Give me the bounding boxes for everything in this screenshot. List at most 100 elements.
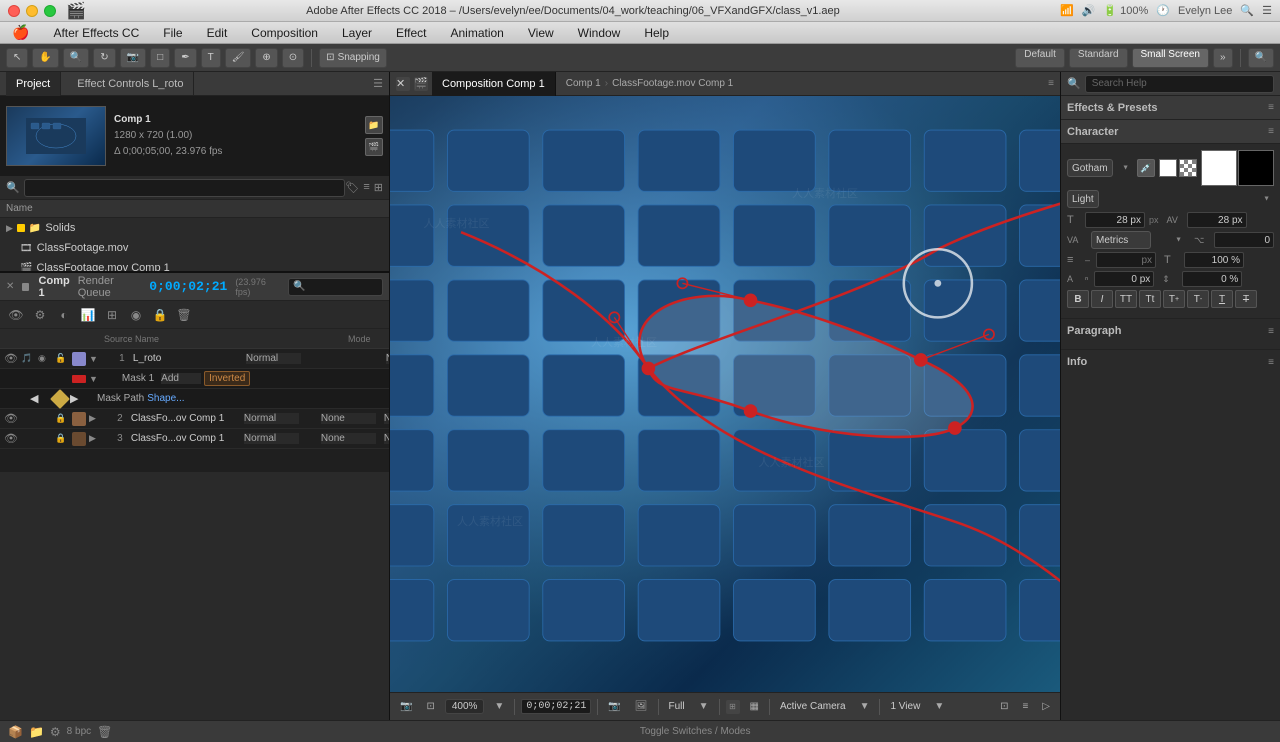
app-menu[interactable]: After Effects CC <box>49 24 143 42</box>
render-queue-btn[interactable]: Render Queue <box>78 275 134 299</box>
comp-always-preview[interactable]: 📷 <box>396 701 416 712</box>
expand-workspaces[interactable]: » <box>1213 48 1233 68</box>
window-menu[interactable]: Window <box>574 24 625 42</box>
composition-settings-icon[interactable]: ⚙ <box>50 725 61 739</box>
timeline-layer-2[interactable]: 👁 🔒 ▶ 2 ClassFo...ov Comp 1 Normal <box>0 409 389 429</box>
layer-parent-select-1[interactable]: None <box>386 353 389 364</box>
workspace-small-screen[interactable]: Small Screen <box>1132 48 1209 68</box>
view-camera-dropdown[interactable]: ▼ <box>856 701 874 712</box>
view-menu[interactable]: View <box>524 24 558 42</box>
zoom-tool[interactable]: 🔍 <box>63 48 89 68</box>
workspace-standard[interactable]: Standard <box>1069 48 1128 68</box>
fill-black-swatch[interactable] <box>1238 150 1274 186</box>
help-menu[interactable]: Help <box>640 24 673 42</box>
layer-expand-1[interactable]: ▼ <box>89 354 98 364</box>
maximize-button[interactable] <box>44 5 56 17</box>
tl-delete[interactable]: 🗑 <box>174 306 194 324</box>
auto-leading-input[interactable] <box>1094 271 1154 287</box>
font-style-select[interactable]: Light <box>1067 190 1099 208</box>
audio-toggle-1[interactable]: 🎵 <box>21 353 35 364</box>
file-menu[interactable]: File <box>159 24 186 42</box>
lock-toggle-2[interactable]: 🔒 <box>55 413 69 424</box>
comp-3d-grid[interactable]: ⊞ <box>726 700 740 714</box>
superscript-btn[interactable]: T+ <box>1163 290 1185 308</box>
view-count-dropdown[interactable]: ▼ <box>930 701 948 712</box>
keyframe-diamond[interactable] <box>50 389 70 409</box>
tl-add-layer[interactable]: ⊞ <box>102 306 122 324</box>
layer-mode-select-3[interactable]: Normal <box>244 433 299 444</box>
new-folder-icon[interactable]: 📁 <box>29 725 44 739</box>
selection-tool[interactable]: ↖ <box>6 48 28 68</box>
stroke-color-swatch[interactable] <box>1179 159 1197 177</box>
fill-color-swatch[interactable] <box>1159 159 1177 177</box>
layer-mode-select-2[interactable]: Normal <box>244 413 299 424</box>
clone-tool[interactable]: ⊕ <box>255 48 277 68</box>
pen-tool[interactable]: ✒ <box>174 48 196 68</box>
tl-hide-shy[interactable]: 👁 <box>6 306 26 324</box>
layer-menu[interactable]: Layer <box>338 24 376 42</box>
comp-zoom-display[interactable]: 400% <box>445 699 485 714</box>
tl-close-icon[interactable]: ✕ <box>6 281 14 292</box>
zoom-dropdown[interactable]: ▼ <box>490 701 508 712</box>
project-tag-icon[interactable]: 🏷 <box>345 181 359 194</box>
fill-white-swatch[interactable] <box>1201 150 1237 186</box>
layer-mode-select-1[interactable]: Normal <box>246 353 301 364</box>
snapping-toggle[interactable]: ⊡ Snapping <box>319 48 387 68</box>
new-comp-icon[interactable]: 📦 <box>8 725 23 739</box>
tracking-input[interactable] <box>1187 212 1247 228</box>
layer-parent-select-2[interactable]: None <box>384 413 389 424</box>
comp-show-snapshot[interactable]: 🖼 <box>631 701 652 712</box>
layer-expand-3[interactable]: ▶ <box>89 433 96 444</box>
rotate-tool[interactable]: ↻ <box>93 48 115 68</box>
workspace-default[interactable]: Default <box>1015 48 1065 68</box>
comp-view-count[interactable]: 1 View <box>886 701 924 712</box>
layer-expand-2[interactable]: ▶ <box>89 413 96 424</box>
trash-icon[interactable]: 🗑 <box>97 725 112 739</box>
hand-tool[interactable]: ✋ <box>32 48 58 68</box>
breadcrumb-footage[interactable]: ClassFootage.mov Comp 1 <box>612 78 733 89</box>
effects-menu-icon[interactable]: ≡ <box>1268 102 1274 113</box>
font-name-select[interactable]: Gotham <box>1067 159 1113 177</box>
effect-controls-tab[interactable]: Effect Controls L_roto <box>67 72 194 96</box>
list-item[interactable]: 🎞 ClassFootage.mov <box>0 238 389 258</box>
comp-quality[interactable]: Full <box>665 701 689 712</box>
eyedropper-btn[interactable]: 💉 <box>1137 159 1155 177</box>
all-caps-btn[interactable]: TT <box>1115 290 1137 308</box>
comp-tab-main[interactable]: Composition Comp 1 <box>432 72 556 96</box>
composition-viewport[interactable]: 人人素材社区 人人素材社区 人人素材社区 人人素材社区 人人素材社区 <box>390 96 1060 692</box>
trkmat-select-2[interactable]: None <box>321 413 376 424</box>
metrics-select[interactable]: Metrics <box>1091 231 1151 249</box>
search-help-btn[interactable]: 🔍 <box>1248 48 1274 68</box>
comp-timecode[interactable]: 0;00;02;21 <box>521 699 591 714</box>
underline-btn[interactable]: T <box>1211 290 1233 308</box>
tl-solo[interactable]: ◉ <box>126 306 146 324</box>
visibility-toggle-3[interactable]: 👁 <box>4 432 18 445</box>
timeline-layer-3[interactable]: 👁 🔒 ▶ 3 ClassFo...ov Comp 1 Normal <box>0 429 389 449</box>
search-help-input[interactable] <box>1085 75 1274 93</box>
tl-lock[interactable]: 🔒 <box>150 306 170 324</box>
tl-graph-editor[interactable]: 📊 <box>78 306 98 324</box>
project-search-input[interactable] <box>24 179 346 197</box>
tl-motion-blur[interactable]: ◐ <box>54 306 74 324</box>
comp-transparency[interactable]: ▦ <box>746 701 763 712</box>
bold-btn[interactable]: B <box>1067 290 1089 308</box>
camera-tool[interactable]: 📷 <box>120 48 146 68</box>
mask-expand[interactable]: ▼ <box>89 374 98 384</box>
project-list-icon[interactable]: ≡ <box>363 181 369 194</box>
timeline-search[interactable]: 🔍 <box>288 278 383 296</box>
character-menu-icon[interactable]: ≡ <box>1268 126 1274 137</box>
comp-region-of-interest[interactable]: ⊡ <box>422 701 438 712</box>
mask-add-select[interactable]: Add Subtract Intersect <box>161 373 201 384</box>
solo-toggle-1[interactable]: ◉ <box>38 353 52 364</box>
list-item[interactable]: 🎬 ClassFootage.mov Comp 1 <box>0 258 389 271</box>
visibility-toggle-1[interactable]: 👁 <box>4 352 18 365</box>
puppet-tool[interactable]: ⊙ <box>282 48 304 68</box>
apple-menu[interactable]: 🍎 <box>8 22 33 43</box>
strikethrough-btn[interactable]: T <box>1235 290 1257 308</box>
comp-view-camera[interactable]: Active Camera <box>776 701 850 712</box>
info-menu[interactable]: ≡ <box>1268 357 1274 368</box>
rect-tool[interactable]: □ <box>150 48 170 68</box>
mask-shape-value[interactable]: Shape... <box>147 393 184 404</box>
new-comp-btn[interactable]: 🎬 <box>365 138 383 156</box>
timeline-layer-1[interactable]: 👁 🎵 ◉ 🔓 ▼ 1 L_roto Normal <box>0 349 389 369</box>
